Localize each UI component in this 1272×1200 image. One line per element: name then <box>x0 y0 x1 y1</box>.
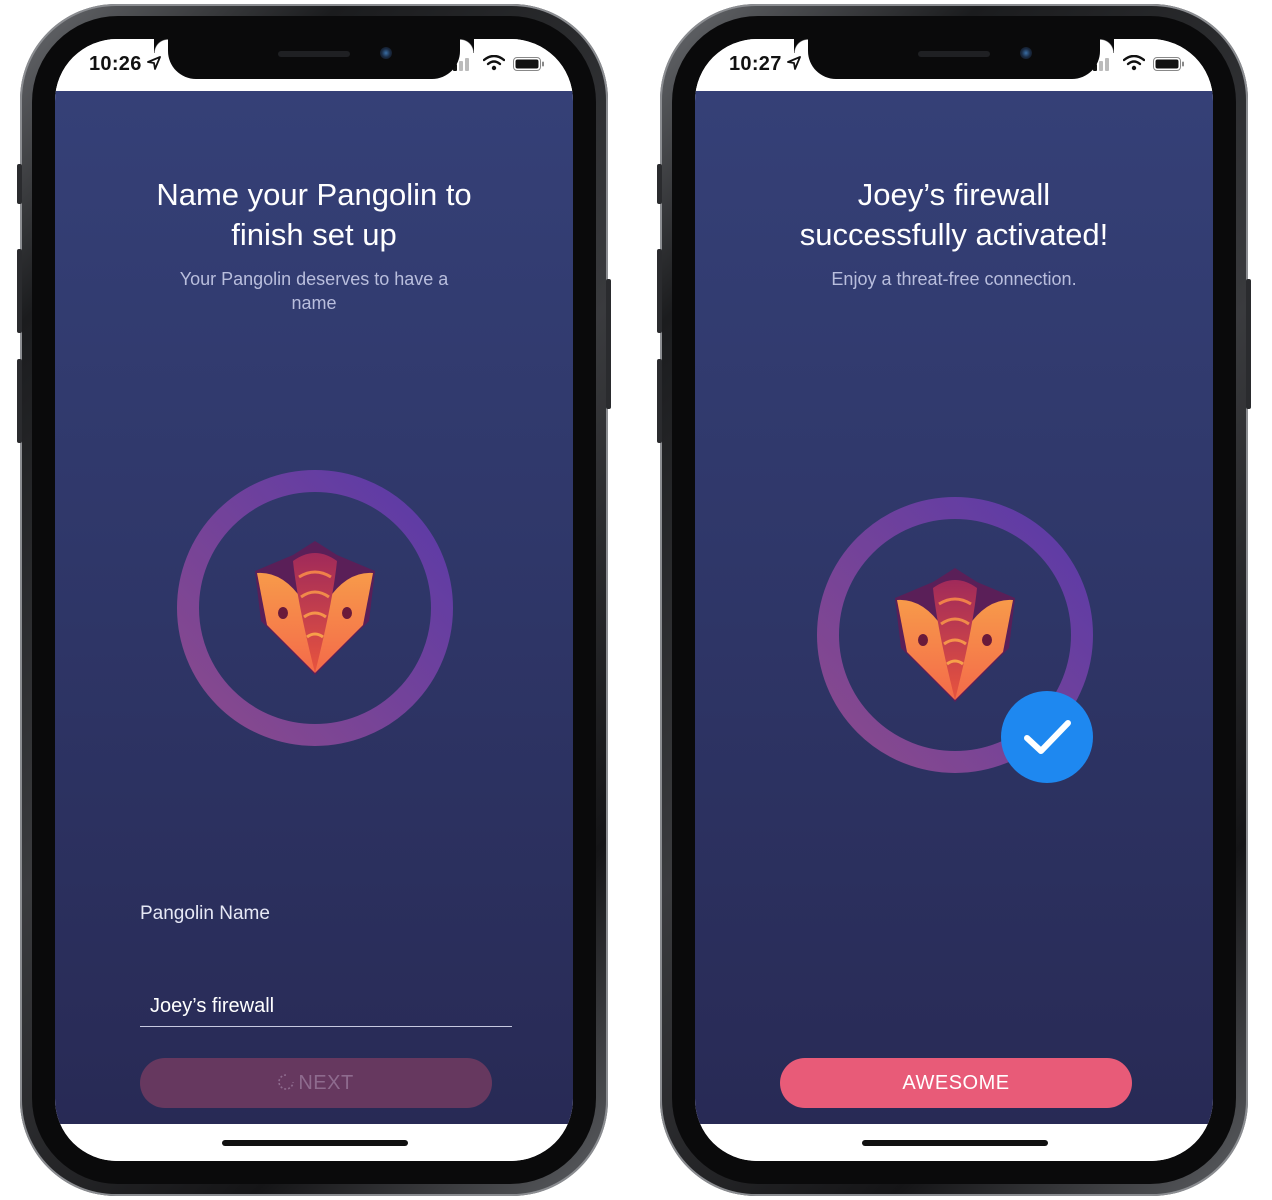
phone-left: 10:26 Name your Pangolin to finish set u… <box>17 4 611 1196</box>
pangolin-avatar <box>815 495 1095 783</box>
home-indicator[interactable] <box>862 1140 1048 1146</box>
power-button <box>1246 279 1251 409</box>
awesome-button[interactable]: AWESOME <box>780 1058 1132 1108</box>
page-subtitle: Enjoy a threat-free connection. <box>831 269 1077 289</box>
pangolin-avatar <box>175 468 455 748</box>
battery-icon <box>513 57 544 71</box>
power-button <box>606 279 611 409</box>
page-subtitle: Your Pangolin deserves to have a name <box>179 269 449 313</box>
home-indicator[interactable] <box>222 1140 408 1146</box>
spinner-icon <box>278 1074 295 1090</box>
home-area <box>695 1124 1213 1161</box>
location-arrow-icon <box>787 56 801 70</box>
wifi-icon <box>1123 55 1145 71</box>
status-time: 10:26 <box>89 53 142 75</box>
notch <box>168 39 474 79</box>
checkmark-icon <box>1001 691 1093 783</box>
naming-screen: Name your Pangolin to finish set up Your… <box>55 91 573 1124</box>
notch <box>808 39 1114 79</box>
page-title: Name your Pangolin to finish set up <box>156 177 472 252</box>
mute-switch <box>657 164 662 204</box>
speaker <box>278 51 350 57</box>
mute-switch <box>17 164 22 204</box>
next-button-label: NEXT <box>298 1072 354 1094</box>
pangolin-name-input[interactable] <box>140 987 512 1027</box>
speaker <box>918 51 990 57</box>
home-area <box>55 1124 573 1161</box>
phone-right: 10:27 Joey’s firewall successfully activ… <box>657 4 1251 1196</box>
success-screen: Joey’s firewall successfully activated! … <box>695 91 1213 1124</box>
status-time: 10:27 <box>729 53 782 75</box>
pangolin-name-label: Pangolin Name <box>140 903 270 924</box>
screen: 10:26 Name your Pangolin to finish set u… <box>55 39 573 1161</box>
volume-up-button <box>17 249 22 333</box>
next-button[interactable]: NEXT <box>140 1058 492 1108</box>
front-camera <box>1020 47 1032 59</box>
volume-down-button <box>17 359 22 443</box>
battery-icon <box>1153 57 1184 71</box>
pangolin-logo-icon <box>255 541 375 675</box>
front-camera <box>380 47 392 59</box>
page-title: Joey’s firewall successfully activated! <box>799 177 1109 252</box>
screen: 10:27 Joey’s firewall successfully activ… <box>695 39 1213 1161</box>
location-arrow-icon <box>147 56 161 70</box>
awesome-button-label: AWESOME <box>902 1072 1010 1094</box>
volume-down-button <box>657 359 662 443</box>
wifi-icon <box>483 55 505 71</box>
pangolin-logo-icon <box>895 568 1015 702</box>
volume-up-button <box>657 249 662 333</box>
